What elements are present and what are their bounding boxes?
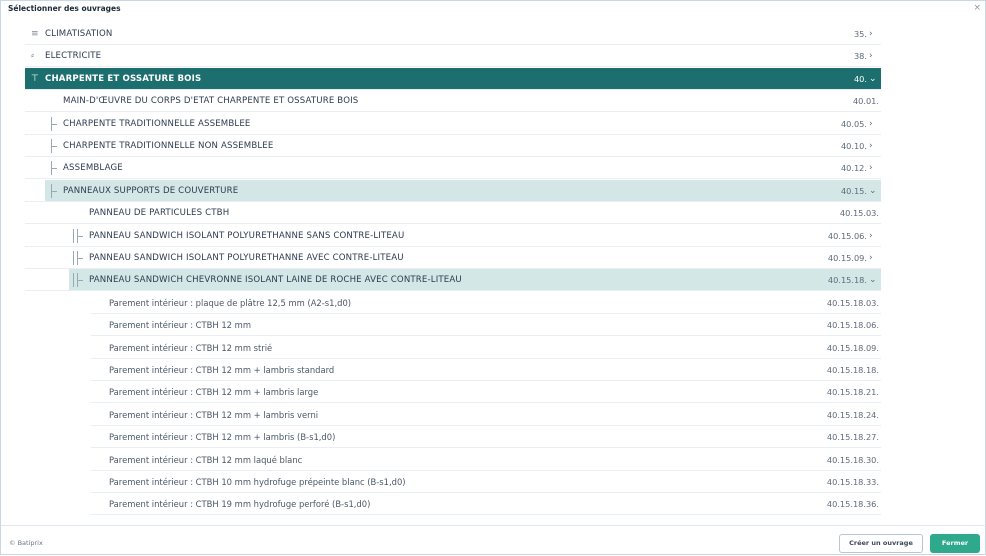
row-label: Parement intérieur : CTBH 12 mm bbox=[109, 320, 251, 331]
tree-connector bbox=[51, 146, 57, 147]
tree-leaf-row[interactable]: PANNEAU DE PARTICULES CTBH 40.15.03. bbox=[1, 202, 986, 225]
row-code: 40.15. bbox=[840, 185, 867, 196]
close-button[interactable]: Fermer bbox=[930, 534, 980, 553]
row-code: 40.15.18.09. bbox=[826, 342, 879, 353]
chevron-right-icon[interactable]: › bbox=[869, 247, 873, 269]
row-label: CHARPENTE TRADITIONNELLE ASSEMBLEE bbox=[63, 118, 251, 129]
row-label: Parement intérieur : plaque de plâtre 12… bbox=[109, 297, 352, 308]
chevron-down-icon[interactable]: ⌄ bbox=[869, 269, 877, 291]
row-code: 40.15.18.06. bbox=[826, 320, 879, 331]
tree-connector bbox=[51, 123, 57, 125]
tree-leaf-row[interactable]: Parement intérieur : CTBH 12 mm + lambri… bbox=[1, 426, 986, 449]
tree-branch-row[interactable]: PANNEAU SANDWICH ISOLANT POLYURETHANNE A… bbox=[1, 247, 986, 269]
chevron-right-icon[interactable]: › bbox=[869, 23, 873, 45]
row-label: PANNEAUX SUPPORTS DE COUVERTURE bbox=[63, 185, 239, 196]
tree-connector bbox=[77, 280, 83, 282]
chevron-down-icon[interactable]: ⌄ bbox=[869, 180, 877, 202]
tree-branch-row[interactable]: ⸗ ELECTRICITE 38. › bbox=[1, 45, 986, 68]
row-code: 40.15.18.03. bbox=[826, 297, 879, 308]
tree-leaf-row[interactable]: MAIN-D'ŒUVRE DU CORPS D'ETAT CHARPENTE E… bbox=[1, 90, 986, 113]
row-label: Parement intérieur : CTBH 19 mm hydrofug… bbox=[109, 499, 371, 510]
electricite-icon: ⸗ bbox=[31, 51, 34, 62]
row-code: 40.12. bbox=[840, 163, 867, 174]
tree-leaf-row[interactable]: Parement intérieur : CTBH 12 mm strié 40.… bbox=[1, 337, 986, 359]
tree-connector bbox=[77, 235, 83, 237]
row-label: PANNEAU DE PARTICULES CTBH bbox=[89, 208, 230, 219]
row-code: 40.10. bbox=[840, 141, 867, 151]
row-code: 40.15.18.18. bbox=[826, 365, 879, 375]
tree-connector bbox=[73, 228, 74, 243]
row-label: Parement intérieur : CTBH 12 mm + lambri… bbox=[109, 409, 319, 420]
row-label: Parement intérieur : CTBH 12 mm strié bbox=[109, 342, 273, 353]
tree-branch-row[interactable]: ≡ CLIMATISATION 35. › bbox=[1, 23, 986, 45]
row-label: ELECTRICITE bbox=[45, 51, 102, 62]
tree-leaf-row[interactable]: Parement intérieur : plaque de plâtre 12… bbox=[1, 292, 986, 314]
chevron-right-icon[interactable]: › bbox=[869, 113, 873, 135]
dialog-titlebar: Sélectionner des ouvrages × bbox=[1, 1, 986, 23]
tree-leaf-row[interactable]: Parement intérieur : CTBH 12 mm + lambri… bbox=[1, 359, 986, 381]
tree-branch-row[interactable]: CHARPENTE TRADITIONNELLE NON ASSEMBLEE 40… bbox=[1, 135, 986, 157]
row-label: Parement intérieur : CTBH 12 mm + lambri… bbox=[109, 387, 319, 398]
row-code: 40.15.18.27. bbox=[826, 432, 879, 443]
row-label: Parement intérieur : CTBH 12 mm + lambri… bbox=[109, 365, 335, 375]
create-work-button[interactable]: Créer un ouvrage bbox=[839, 534, 923, 553]
tree-connector bbox=[73, 273, 74, 288]
tree-leaf-row[interactable]: Parement intérieur : CTBH 19 mm hydrofug… bbox=[1, 493, 986, 516]
select-works-dialog: Sélectionner des ouvrages × ≡ CLIMATISATI… bbox=[0, 0, 986, 555]
tree-leaf-row[interactable]: Parement intérieur : CTBH 12 mm 40.15.18.… bbox=[1, 314, 986, 337]
tree-connector bbox=[51, 190, 57, 192]
tree-leaf-row[interactable]: Parement intérieur : CTBH 12 mm + lambri… bbox=[1, 381, 986, 404]
row-label: MAIN-D'ŒUVRE DU CORPS D'ETAT CHARPENTE E… bbox=[63, 96, 359, 107]
tree-leaf-row[interactable]: Parement intérieur : CTBH 10 mm hydrofug… bbox=[1, 471, 986, 493]
dialog-footer: © Batiprix Créer un ouvrage Fermer bbox=[1, 525, 986, 556]
row-label: CLIMATISATION bbox=[45, 29, 113, 39]
tree-branch-row[interactable]: ASSEMBLAGE 40.12. › bbox=[1, 157, 986, 180]
row-label: CHARPENTE TRADITIONNELLE NON ASSEMBLEE bbox=[63, 141, 274, 151]
tree-connector bbox=[51, 168, 57, 170]
row-divider bbox=[91, 514, 881, 516]
close-icon[interactable]: × bbox=[973, 3, 981, 13]
row-code: 40.15.18.30. bbox=[826, 454, 879, 465]
tree-branch-row[interactable]: PANNEAU SANDWICH ISOLANT POLYURETHANNE S… bbox=[1, 225, 986, 247]
chevron-right-icon[interactable]: › bbox=[869, 45, 873, 67]
row-code: 40.15.18.36. bbox=[826, 499, 879, 510]
tree-connector bbox=[77, 258, 83, 259]
chevron-down-icon[interactable]: ⌄ bbox=[869, 68, 877, 90]
chevron-right-icon[interactable]: › bbox=[869, 225, 873, 247]
row-code: 40.15.18.21. bbox=[826, 387, 879, 398]
row-code: 35. bbox=[853, 29, 867, 39]
charpente-icon: ⊤ bbox=[31, 73, 39, 84]
row-code: 40.15.09. bbox=[827, 253, 867, 263]
row-code: 40.15.03. bbox=[839, 208, 879, 219]
row-label: Parement intérieur : CTBH 12 mm + lambri… bbox=[109, 432, 336, 443]
works-tree-list: ≡ CLIMATISATION 35. › ⸗ ELECTRICITE 38. › ⊤ CHARP… bbox=[1, 23, 986, 525]
brand-label: © Batiprix bbox=[9, 539, 43, 547]
row-code: 40.01. bbox=[852, 96, 879, 107]
row-label: Parement intérieur : CTBH 12 mm laqué bl… bbox=[109, 454, 303, 465]
row-code: 40. bbox=[853, 73, 867, 84]
tree-connector bbox=[73, 251, 74, 265]
row-label: PANNEAU SANDWICH ISOLANT POLYURETHANNE A… bbox=[89, 253, 404, 263]
dialog-title: Sélectionner des ouvrages bbox=[8, 4, 121, 13]
row-code: 40.15.06. bbox=[827, 230, 867, 241]
tree-leaf-row[interactable]: Parement intérieur : CTBH 12 mm + lambri… bbox=[1, 404, 986, 426]
tree-branch-row[interactable]: PANNEAUX SUPPORTS DE COUVERTURE 40.15. ⌄ bbox=[1, 179, 986, 202]
row-code: 38. bbox=[853, 51, 867, 62]
row-code: 40.05. bbox=[840, 118, 867, 129]
row-code: 40.15.18.24. bbox=[826, 409, 879, 420]
tree-leaf-row[interactable]: Parement intérieur : CTBH 12 mm laqué bl… bbox=[1, 449, 986, 471]
chevron-right-icon[interactable]: › bbox=[869, 135, 873, 157]
row-label: PANNEAU SANDWICH ISOLANT POLYURETHANNE S… bbox=[89, 230, 405, 241]
row-label: ASSEMBLAGE bbox=[63, 163, 123, 174]
chevron-right-icon[interactable]: › bbox=[869, 157, 873, 179]
tree-branch-row[interactable]: ⊤ CHARPENTE ET OSSATURE BOIS 40. ⌄ bbox=[1, 67, 986, 90]
row-code: 40.15.18. bbox=[827, 275, 867, 286]
row-label: CHARPENTE ET OSSATURE BOIS bbox=[45, 73, 202, 84]
row-label: PANNEAU SANDWICH CHEVRONNE ISOLANT LAINE… bbox=[89, 275, 462, 286]
tree-branch-row[interactable]: PANNEAU SANDWICH CHEVRONNE ISOLANT LAINE… bbox=[1, 269, 986, 292]
climatisation-icon: ≡ bbox=[31, 29, 39, 39]
tree-branch-row[interactable]: CHARPENTE TRADITIONNELLE ASSEMBLEE 40.05.… bbox=[1, 113, 986, 135]
row-label: Parement intérieur : CTBH 10 mm hydrofug… bbox=[109, 477, 406, 487]
row-code: 40.15.18.33. bbox=[826, 477, 879, 487]
